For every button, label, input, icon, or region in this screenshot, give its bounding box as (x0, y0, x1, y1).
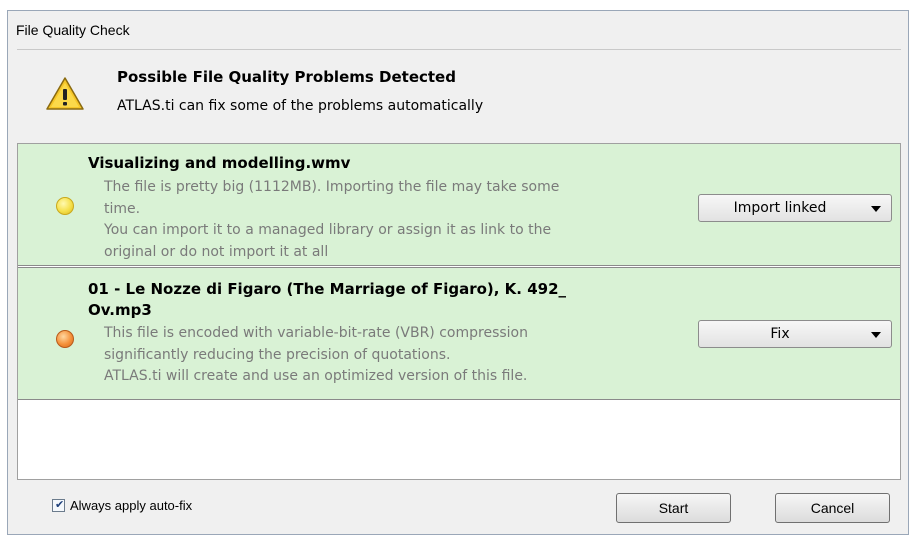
auto-fix-checkbox-label[interactable]: Always apply auto-fix (70, 498, 192, 513)
item-description: The file is pretty big (1112MB). Importi… (104, 177, 644, 263)
window-title: File Quality Check (8, 11, 908, 49)
checkmark-icon: ✔ (55, 499, 65, 511)
auto-fix-checkbox[interactable]: ✔ (52, 499, 65, 512)
item-description-line: The file is pretty big (1112MB). Importi… (104, 179, 560, 195)
item-description: This file is encoded with variable-bit-r… (104, 323, 644, 388)
auto-fix-checkbox-row[interactable]: ✔ Always apply auto-fix (52, 498, 192, 513)
chevron-down-icon (871, 206, 881, 212)
item-description-line: You can import it to a managed library o… (104, 222, 552, 238)
header-title: Possible File Quality Problems Detected (117, 68, 456, 86)
list-item[interactable]: Visualizing and modelling.wmv The file i… (18, 144, 900, 266)
header-subtitle: ATLAS.ti can fix some of the problems au… (117, 98, 484, 114)
import-option-dropdown[interactable]: Import linked (698, 194, 892, 222)
dropdown-selected-value: Fix (770, 326, 790, 342)
item-title: Visualizing and modelling.wmv (88, 154, 351, 172)
item-description-line: ATLAS.ti will create and use an optimize… (104, 368, 528, 384)
item-description-line: time. (104, 200, 141, 217)
list-item[interactable]: 01 - Le Nozze di Figaro (The Marriage of… (18, 267, 900, 400)
chevron-down-icon (871, 332, 881, 338)
dropdown-selected-value: Import linked (733, 200, 827, 216)
item-description-line: original or do not import it at all (104, 243, 329, 260)
dialog-header: Possible File Quality Problems Detected … (17, 49, 901, 143)
start-button[interactable]: Start (616, 493, 731, 523)
item-title-line: Ov.mp3 (88, 301, 152, 319)
item-title: 01 - Le Nozze di Figaro (The Marriage of… (88, 279, 648, 321)
cancel-button[interactable]: Cancel (775, 493, 890, 523)
fix-option-dropdown[interactable]: Fix (698, 320, 892, 348)
orange-status-dot-icon (56, 330, 74, 348)
file-quality-check-dialog: File Quality Check Possible File Quality… (7, 10, 909, 535)
problem-list[interactable]: Visualizing and modelling.wmv The file i… (17, 143, 901, 480)
item-description-line: This file is encoded with variable-bit-r… (104, 325, 528, 341)
item-description-line: significantly reducing the precision of … (104, 346, 451, 363)
yellow-status-dot-icon (56, 197, 74, 215)
warning-icon (46, 77, 84, 110)
item-title-line: 01 - Le Nozze di Figaro (The Marriage of… (88, 280, 567, 298)
